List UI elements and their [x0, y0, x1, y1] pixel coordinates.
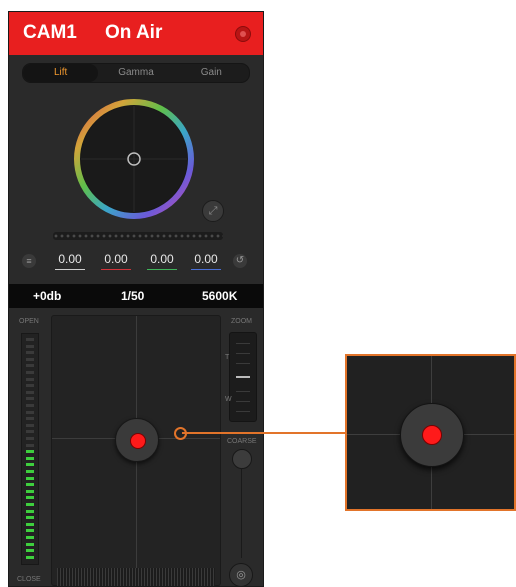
- zoom-wide-label: W: [225, 396, 232, 403]
- zoom-label: ZOOM: [231, 318, 252, 325]
- iris-meter: [21, 333, 39, 565]
- meter-segment: [26, 417, 34, 421]
- gain-value[interactable]: +0db: [33, 289, 61, 303]
- zoom-slider[interactable]: [229, 332, 257, 422]
- meter-segment: [26, 489, 34, 493]
- menu-icon[interactable]: ≡: [22, 254, 36, 268]
- meter-segment: [26, 384, 34, 388]
- meter-segment: [26, 351, 34, 355]
- coarse-label: COARSE: [227, 438, 257, 445]
- focus-icon[interactable]: ◎: [229, 563, 253, 586]
- coarse-knob[interactable]: [232, 449, 252, 469]
- knob-indicator-enlarged: [422, 425, 442, 445]
- meter-segment: [26, 470, 34, 473]
- meter-segment: [26, 344, 34, 348]
- coarse-track: [241, 468, 242, 558]
- tab-gamma[interactable]: Gamma: [98, 64, 173, 82]
- iris-knob[interactable]: [115, 418, 159, 462]
- meter-segment: [26, 496, 34, 500]
- meter-segment: [26, 377, 34, 381]
- color-tabs: Lift Gamma Gain: [22, 63, 250, 83]
- record-icon[interactable]: [235, 26, 251, 42]
- meter-segment: [26, 542, 34, 546]
- iris-pedestal-pad[interactable]: [51, 315, 221, 586]
- camera-info-bar: +0db 1/50 5600K: [9, 284, 263, 308]
- iris-close-label: CLOSE: [17, 576, 41, 583]
- shutter-value[interactable]: 1/50: [121, 289, 144, 303]
- meter-segment: [26, 390, 34, 394]
- knob-zoom-callout: [345, 354, 516, 511]
- camera-control-panel: CAM1 On Air Lift Gamma Gain ⤢ ≡ 0.00 0.0…: [8, 11, 264, 587]
- on-air-header: CAM1 On Air: [9, 12, 263, 55]
- expand-icon[interactable]: ⤢: [202, 200, 224, 222]
- zoom-handle[interactable]: [236, 376, 250, 378]
- meter-segment: [26, 555, 34, 559]
- meter-segment: [26, 443, 34, 447]
- focus-strip[interactable]: [57, 568, 215, 586]
- meter-segment: [26, 483, 34, 487]
- meter-segment: [26, 423, 34, 427]
- callout-line: [182, 432, 346, 434]
- value-red[interactable]: 0.00: [99, 252, 133, 270]
- meter-segment: [26, 357, 34, 361]
- meter-segment: [26, 430, 34, 434]
- lens-controls: OPEN CLOSE ZOOM T W COARSE ◎: [9, 308, 263, 586]
- meter-segment: [26, 529, 34, 533]
- meter-segment: [26, 404, 34, 407]
- reset-icon[interactable]: ↺: [233, 254, 247, 268]
- meter-segment: [26, 522, 34, 526]
- camera-name: CAM1: [23, 22, 77, 43]
- meter-segment: [26, 516, 34, 520]
- meter-segment: [26, 371, 34, 374]
- meter-segment: [26, 463, 34, 467]
- meter-segment: [26, 364, 34, 368]
- on-air-label: On Air: [105, 22, 163, 43]
- tab-lift[interactable]: Lift: [23, 64, 99, 82]
- iris-knob-enlarged: [400, 403, 464, 467]
- zoom-tele-label: T: [225, 354, 230, 361]
- value-luma[interactable]: 0.00: [53, 252, 87, 270]
- meter-segment: [26, 410, 34, 414]
- meter-segment: [26, 476, 34, 480]
- meter-segment: [26, 503, 34, 506]
- meter-segment: [26, 549, 34, 553]
- meter-segment: [26, 509, 34, 513]
- meter-segment: [26, 338, 34, 341]
- color-values-row: ≡ 0.00 0.00 0.00 0.00 ↺: [9, 250, 263, 278]
- knob-indicator: [130, 433, 146, 449]
- tab-gain[interactable]: Gain: [174, 64, 249, 82]
- meter-segment: [26, 437, 34, 440]
- iris-open-label: OPEN: [19, 318, 39, 325]
- color-wheel[interactable]: [69, 94, 199, 224]
- meter-segment: [26, 536, 34, 539]
- master-slider[interactable]: [53, 232, 223, 240]
- meter-segment: [26, 456, 34, 460]
- white-balance-value[interactable]: 5600K: [202, 289, 237, 303]
- meter-segment: [26, 397, 34, 401]
- value-blue[interactable]: 0.00: [189, 252, 223, 270]
- meter-segment: [26, 450, 34, 454]
- value-green[interactable]: 0.00: [145, 252, 179, 270]
